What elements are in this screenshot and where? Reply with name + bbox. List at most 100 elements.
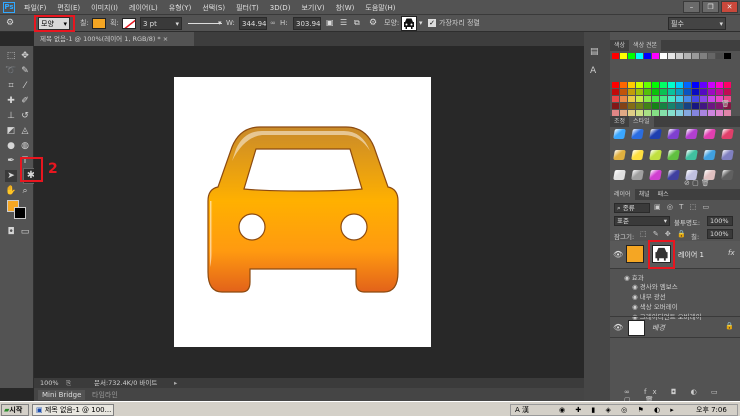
swatch[interactable]	[636, 89, 643, 95]
swatch[interactable]	[652, 53, 659, 59]
gear-icon[interactable]: ⚙	[369, 17, 377, 30]
trash-icon[interactable]: 🗑	[721, 100, 730, 108]
layer-row-background[interactable]: 👁 배경 🔒	[610, 316, 740, 338]
style-swatch[interactable]	[613, 170, 626, 181]
path-selection-tool-icon[interactable]: ➤	[5, 170, 17, 182]
swatch[interactable]	[708, 89, 715, 95]
style-swatch[interactable]	[613, 129, 626, 139]
style-swatch[interactable]	[631, 170, 644, 181]
swatch[interactable]	[708, 53, 715, 59]
style-swatch[interactable]	[667, 149, 680, 160]
effects-row[interactable]: ◉ 효과	[624, 272, 644, 282]
swatch[interactable]	[684, 82, 691, 88]
swatch[interactable]	[708, 96, 715, 102]
swatch[interactable]	[660, 96, 667, 102]
shape-tool-preset-icon[interactable]: ⚙	[6, 17, 14, 30]
link-icon[interactable]: ∞	[270, 17, 276, 30]
swatch[interactable]	[644, 53, 651, 59]
spot-healing-tool-icon[interactable]: ✚	[5, 95, 17, 107]
layer-row-layer-1[interactable]: 👁 레이어 1 fx	[610, 240, 740, 269]
swatch[interactable]	[644, 89, 651, 95]
swatch[interactable]	[724, 89, 731, 95]
layer-filter-icons[interactable]: ▣ ◎ T ⬚ ▭	[654, 203, 711, 211]
rectangular-marquee-tool-icon[interactable]: ⬚	[5, 50, 17, 62]
effect-color-overlay[interactable]: ◉ 색상 오버레이	[632, 302, 702, 312]
chevron-right-icon[interactable]: ▸	[174, 378, 177, 388]
move-tool-icon[interactable]: ✥	[19, 50, 31, 62]
tab-layers[interactable]: 레이어	[610, 189, 635, 200]
swatch[interactable]	[684, 96, 691, 102]
style-swatch[interactable]	[721, 170, 734, 181]
close-button[interactable]: ✕	[721, 1, 738, 13]
layer-filter-select[interactable]: ⌕ 종류	[614, 203, 650, 213]
style-swatch[interactable]	[631, 149, 644, 160]
style-swatch[interactable]	[685, 129, 698, 139]
menu-filter[interactable]: 필터(T)	[236, 3, 259, 13]
style-swatch[interactable]	[613, 149, 626, 160]
style-swatch[interactable]	[685, 149, 698, 160]
swatch[interactable]	[724, 82, 731, 88]
styles-grid[interactable]	[612, 129, 737, 187]
tab-channels[interactable]: 채널	[635, 189, 654, 200]
fill-color-swatch[interactable]	[92, 18, 106, 29]
swatch[interactable]	[700, 82, 707, 88]
history-brush-tool-icon[interactable]: ↺	[19, 110, 31, 122]
style-swatch[interactable]	[703, 129, 716, 139]
swatch[interactable]	[676, 103, 683, 109]
tab-color[interactable]: 색상	[610, 40, 629, 51]
tab-mini-bridge[interactable]: Mini Bridge	[38, 390, 86, 400]
swatch[interactable]	[612, 96, 619, 102]
menu-view[interactable]: 보기(V)	[301, 3, 324, 13]
swatch[interactable]	[676, 53, 683, 59]
lasso-tool-icon[interactable]: ➰	[5, 65, 17, 77]
swatch[interactable]	[684, 89, 691, 95]
swatch[interactable]	[668, 82, 675, 88]
swatch[interactable]	[660, 82, 667, 88]
swatch[interactable]	[612, 53, 619, 59]
eraser-tool-icon[interactable]: ◩	[5, 125, 17, 137]
tab-swatches[interactable]: 색상 견본	[629, 40, 662, 51]
swatch[interactable]	[620, 53, 627, 59]
crop-tool-icon[interactable]: ⌗	[5, 80, 17, 92]
brush-tool-icon[interactable]: ✐	[19, 95, 31, 107]
screen-mode-icon[interactable]: ▭	[19, 226, 31, 238]
swatch[interactable]	[628, 89, 635, 95]
swatch[interactable]	[708, 82, 715, 88]
swatch[interactable]	[628, 103, 635, 109]
swatch[interactable]	[668, 53, 675, 59]
dodge-tool-icon[interactable]: ◍	[19, 140, 31, 152]
lock-icons[interactable]: ⬚ ✎ ✥ 🔒	[640, 230, 688, 238]
clone-stamp-tool-icon[interactable]: ⊥	[5, 110, 17, 122]
swatch[interactable]	[692, 82, 699, 88]
eye-icon[interactable]: 👁	[613, 250, 623, 259]
chevron-down-icon[interactable]: ▾	[218, 17, 222, 30]
swatch[interactable]	[716, 53, 723, 59]
effect-inner-glow[interactable]: ◉ 내부 광선	[632, 292, 702, 302]
menu-edit[interactable]: 편집(E)	[57, 3, 80, 13]
swatch[interactable]	[684, 103, 691, 109]
swatch[interactable]	[636, 53, 643, 59]
swatch[interactable]	[692, 53, 699, 59]
chevron-down-icon[interactable]: ▾	[419, 17, 423, 30]
quick-selection-tool-icon[interactable]: ✎	[19, 65, 31, 77]
menu-3d[interactable]: 3D(D)	[270, 4, 291, 12]
menu-select[interactable]: 선택(S)	[202, 3, 225, 13]
swatch[interactable]	[636, 103, 643, 109]
swatch[interactable]	[700, 89, 707, 95]
path-alignment-icon[interactable]: ☰	[340, 17, 347, 30]
swatch[interactable]	[716, 82, 723, 88]
swatch[interactable]	[636, 96, 643, 102]
zoom-tool-icon[interactable]: ⌕	[19, 185, 31, 197]
quick-mask-icon[interactable]: ◘	[5, 226, 17, 238]
tab-timeline[interactable]: 타임라인	[92, 390, 118, 400]
menu-file[interactable]: 파일(F)	[24, 3, 46, 13]
swatch[interactable]	[700, 103, 707, 109]
restore-button[interactable]: ❐	[702, 1, 719, 13]
swatch[interactable]	[644, 103, 651, 109]
style-swatch[interactable]	[649, 170, 662, 181]
swatch[interactable]	[660, 53, 667, 59]
background-color-swatch[interactable]	[14, 207, 26, 219]
swatch[interactable]	[652, 89, 659, 95]
swatch[interactable]	[660, 103, 667, 109]
style-swatch[interactable]	[649, 129, 662, 139]
